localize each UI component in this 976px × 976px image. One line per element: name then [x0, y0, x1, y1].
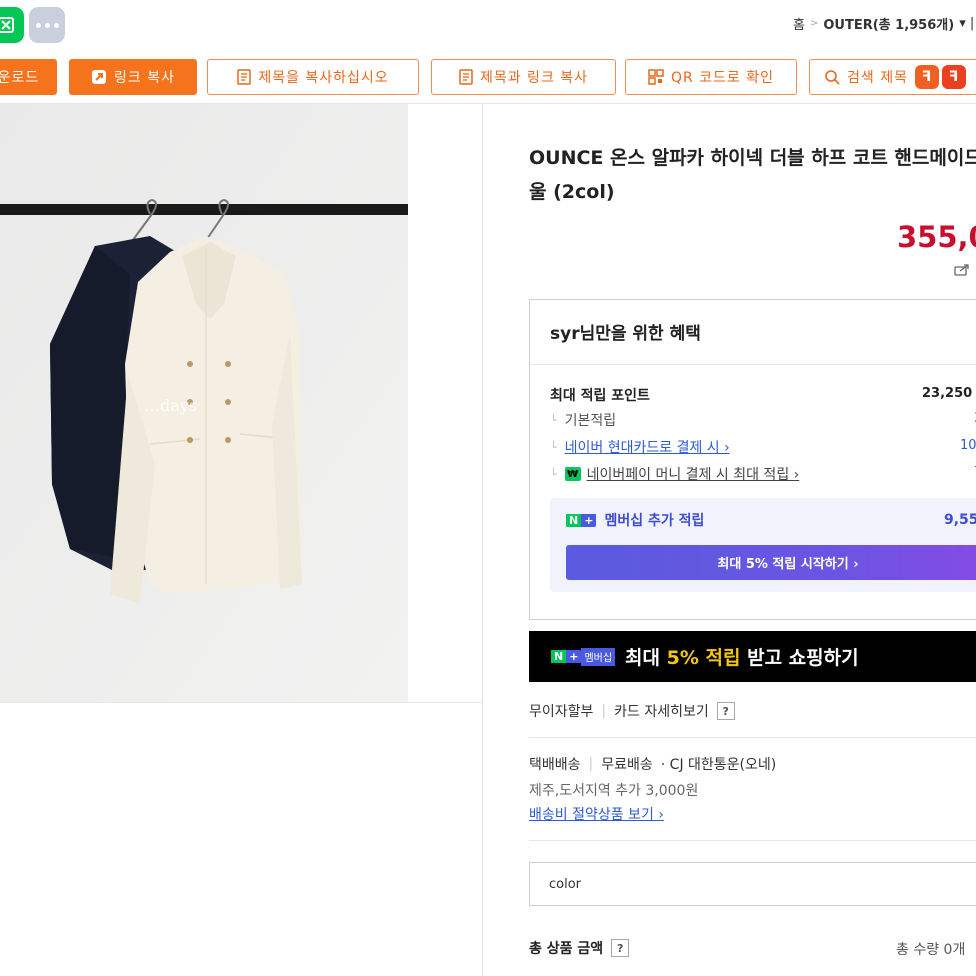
- document-icon: [237, 69, 252, 85]
- breadcrumb: 홈 > OUTER(총 1,956개) ▾ |: [793, 14, 974, 33]
- hyundai-card-value: 10,: [960, 438, 976, 453]
- max-points-value: 23,250: [922, 386, 973, 401]
- color-select-value: color: [549, 876, 582, 892]
- payment-row: 무이자할부 | 카드 자세히보기 ?: [529, 701, 735, 721]
- membership-panel: N + 멤버십 추가 적립 9,55 최대 5% 적립 시작하기 ›: [550, 498, 976, 592]
- membership-label: 멤버십 추가 적립: [604, 513, 705, 529]
- document-icon: [459, 69, 473, 85]
- title-copy-label: 제목을 복사하십시오: [258, 70, 389, 86]
- membership-start-button[interactable]: 최대 5% 적립 시작하기 ›: [566, 545, 976, 580]
- max-points-label: 최대 적립 포인트: [550, 388, 650, 404]
- product-image[interactable]: …days: [0, 104, 408, 702]
- shopping-app-icon[interactable]: ꟻ: [941, 65, 966, 89]
- npay-money-row[interactable]: └ ₩ 네이버페이 머니 결제 시 최대 적립 ›: [550, 464, 799, 484]
- title-copy-button[interactable]: 제목을 복사하십시오: [207, 59, 419, 95]
- breadcrumb-category[interactable]: OUTER(총 1,956개): [823, 14, 954, 33]
- naver-pay-icon: ₩: [564, 467, 581, 481]
- shipping-saver-link[interactable]: 배송비 절약상품 보기 ›: [529, 804, 664, 824]
- qr-label: QR 코드로 확인: [670, 70, 775, 86]
- benefit-divider: [530, 364, 976, 365]
- color-select[interactable]: color: [529, 862, 976, 906]
- installment-label: 무이자할부: [529, 704, 594, 720]
- search-title-label: 검색 제목: [847, 70, 908, 86]
- total-amount-row: 총 상품 금액 ?: [529, 938, 630, 958]
- title-link-copy-button[interactable]: 제목과 링크 복사: [431, 59, 616, 95]
- hyundai-card-link[interactable]: 네이버 현대카드로 결제 시 ›: [565, 437, 730, 457]
- search-title-button[interactable]: 검색 제목 ꟻ ꟻ: [809, 59, 976, 95]
- shipping-fee: 무료배송: [601, 757, 653, 773]
- download-button[interactable]: 운로드: [0, 59, 57, 95]
- breadcrumb-dropdown[interactable]: ▾ |: [959, 16, 974, 31]
- share-icon[interactable]: [954, 263, 970, 277]
- help-icon[interactable]: ?: [611, 939, 630, 957]
- max-points-row: 최대 적립 포인트: [550, 385, 650, 405]
- elbow-icon: └: [550, 413, 557, 427]
- breadcrumb-separator-icon: >: [809, 18, 819, 29]
- share-line-icon[interactable]: [0, 7, 24, 43]
- membership-value: 9,55: [944, 512, 976, 528]
- link-copy-button[interactable]: 링크 복사: [69, 59, 197, 95]
- section-divider: [529, 737, 976, 738]
- download-label: 운로드: [0, 70, 40, 86]
- membership-label-row: N + 멤버십 추가 적립: [566, 510, 704, 530]
- shipping-method: 택배배송: [529, 757, 581, 773]
- hyundai-card-row[interactable]: └ 네이버 현대카드로 결제 시 ›: [550, 437, 730, 457]
- help-icon[interactable]: ?: [716, 702, 735, 720]
- elbow-icon: └: [550, 467, 557, 481]
- qr-code-button[interactable]: QR 코드로 확인: [625, 59, 797, 95]
- section-divider: [529, 840, 976, 841]
- shipping-row: 택배배송 | 무료배송 · CJ 대한통운(오네): [529, 754, 776, 774]
- total-quantity: 총 수량 0개: [896, 942, 966, 958]
- naver-plus-icon: N +: [551, 648, 582, 666]
- link-copy-label: 링크 복사: [114, 70, 175, 86]
- npay-money-label[interactable]: 네이버페이 머니 결제 시 최대 적립 ›: [587, 464, 800, 484]
- total-amount-label: 총 상품 금액: [529, 941, 604, 957]
- benefit-title: syr님만을 위한 혜택: [550, 324, 701, 344]
- separator: |: [601, 703, 607, 719]
- separator: |: [588, 756, 594, 772]
- benefit-box: syr님만을 위한 혜택 최대 적립 포인트 23,250 └ 기본적립 3, …: [529, 299, 976, 620]
- banner-text: 최대 5% 적립 받고 쇼핑하기: [625, 647, 859, 669]
- shipping-carrier: · CJ 대한통운(오네): [660, 757, 777, 773]
- product-title: OUNCE 온스 알파카 하이넥 더블 하프 코트 핸드메이드 울 (2col): [529, 147, 976, 203]
- image-bottom-divider: [0, 702, 482, 703]
- card-details-link[interactable]: 카드 자세히보기: [614, 701, 709, 721]
- search-icon: [825, 70, 840, 85]
- naver-plus-icon: N +: [566, 512, 597, 528]
- basic-points-label: 기본적립: [564, 413, 617, 429]
- membership-banner[interactable]: N + 멤버십 최대 5% 적립 받고 쇼핑하기: [529, 631, 976, 682]
- basic-points-row: └ 기본적립: [550, 410, 616, 430]
- elbow-icon: └: [550, 440, 557, 454]
- extra-fee-note: 제주,도서지역 추가 3,000원: [529, 783, 699, 799]
- qr-code-icon: [648, 69, 664, 85]
- title-link-copy-label: 제목과 링크 복사: [479, 70, 589, 86]
- more-options-icon[interactable]: [29, 7, 65, 43]
- column-divider: [482, 104, 483, 976]
- membership-tag: 멤버십: [581, 647, 616, 666]
- image-watermark: …days: [144, 396, 198, 415]
- product-price: 355,0: [897, 220, 976, 254]
- shopping-search-icon[interactable]: ꟻ: [914, 65, 939, 89]
- link-icon: [92, 70, 106, 84]
- breadcrumb-home[interactable]: 홈: [793, 14, 805, 33]
